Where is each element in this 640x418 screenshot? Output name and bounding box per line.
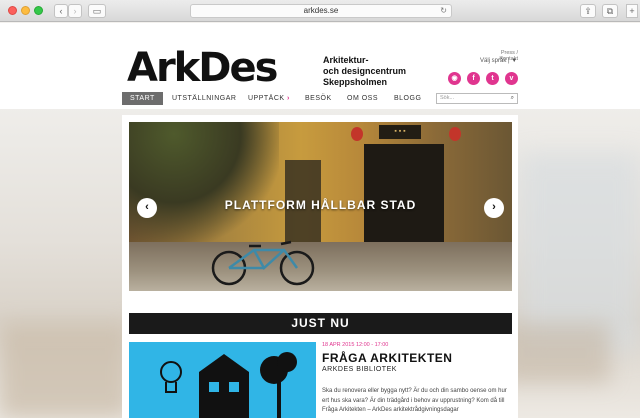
zoom-window-button[interactable] (34, 6, 43, 15)
nav-item-upptack[interactable]: UPPTÄCK › (248, 93, 290, 104)
event-title[interactable]: FRÅGA ARKITEKTEN (322, 351, 452, 365)
event-location: ARKDES BIBLIOTEK (322, 366, 397, 373)
vimeo-icon[interactable]: v (505, 72, 518, 85)
section-heading: JUST NU (129, 313, 512, 334)
language-select[interactable]: Välj språk | ▼ (480, 58, 517, 64)
main-nav: START UTSTÄLLNINGAR UPPTÄCK › BESÖK OM O… (122, 92, 518, 105)
site-tagline: Arkitektur- och designcentrum Skeppsholm… (323, 55, 407, 87)
forward-icon[interactable]: › (68, 4, 82, 18)
hero-title[interactable]: PLATTFORM HÅLLBAR STAD (129, 198, 512, 212)
rss-icon[interactable]: ◉ (448, 72, 461, 85)
bicycle-graphic (211, 240, 315, 286)
event-date: 18 APR 2015 12:00 - 17:00 (322, 342, 389, 348)
social-links: ◉ f t v (448, 72, 518, 85)
sidebar-toggle-icon[interactable]: ▭ (88, 4, 106, 18)
tabs-overview-icon[interactable]: ⧉ (602, 4, 618, 18)
nav-item-start[interactable]: START (122, 92, 163, 105)
facebook-icon[interactable]: f (467, 72, 480, 85)
close-window-button[interactable] (8, 6, 17, 15)
shop-sign: ▪ ▪ ▪ (379, 125, 421, 139)
browser-toolbar: ‹ › ▭ arkdes.se ↻ ⇪ ⧉ + (0, 0, 640, 22)
new-tab-icon[interactable]: + (626, 4, 638, 18)
nav-item-besok[interactable]: BESÖK (305, 93, 332, 104)
chevron-right-icon: › (287, 95, 290, 102)
nav-item-blogg[interactable]: BLOGG (394, 93, 421, 104)
twitter-icon[interactable]: t (486, 72, 499, 85)
address-bar[interactable]: arkdes.se ↻ (190, 4, 452, 18)
event-description: Ska du renovera eller bygga nytt? Är du … (322, 388, 507, 413)
share-icon[interactable]: ⇪ (580, 4, 596, 18)
minimize-window-button[interactable] (21, 6, 30, 15)
slider-prev-button[interactable]: ‹ (137, 198, 157, 218)
url-text: arkdes.se (303, 6, 339, 15)
nav-item-om-oss[interactable]: OM OSS (347, 93, 378, 104)
reload-icon[interactable]: ↻ (440, 5, 447, 17)
event-image[interactable] (129, 342, 316, 418)
nav-item-utstallningar[interactable]: UTSTÄLLNINGAR (172, 93, 236, 104)
search-input[interactable]: Sök... ⌕ (436, 93, 518, 104)
search-icon[interactable]: ⌕ (511, 94, 514, 103)
site-logo[interactable]: ArkDes (127, 48, 278, 88)
slider-next-button[interactable]: › (484, 198, 504, 218)
back-icon[interactable]: ‹ (54, 4, 68, 18)
